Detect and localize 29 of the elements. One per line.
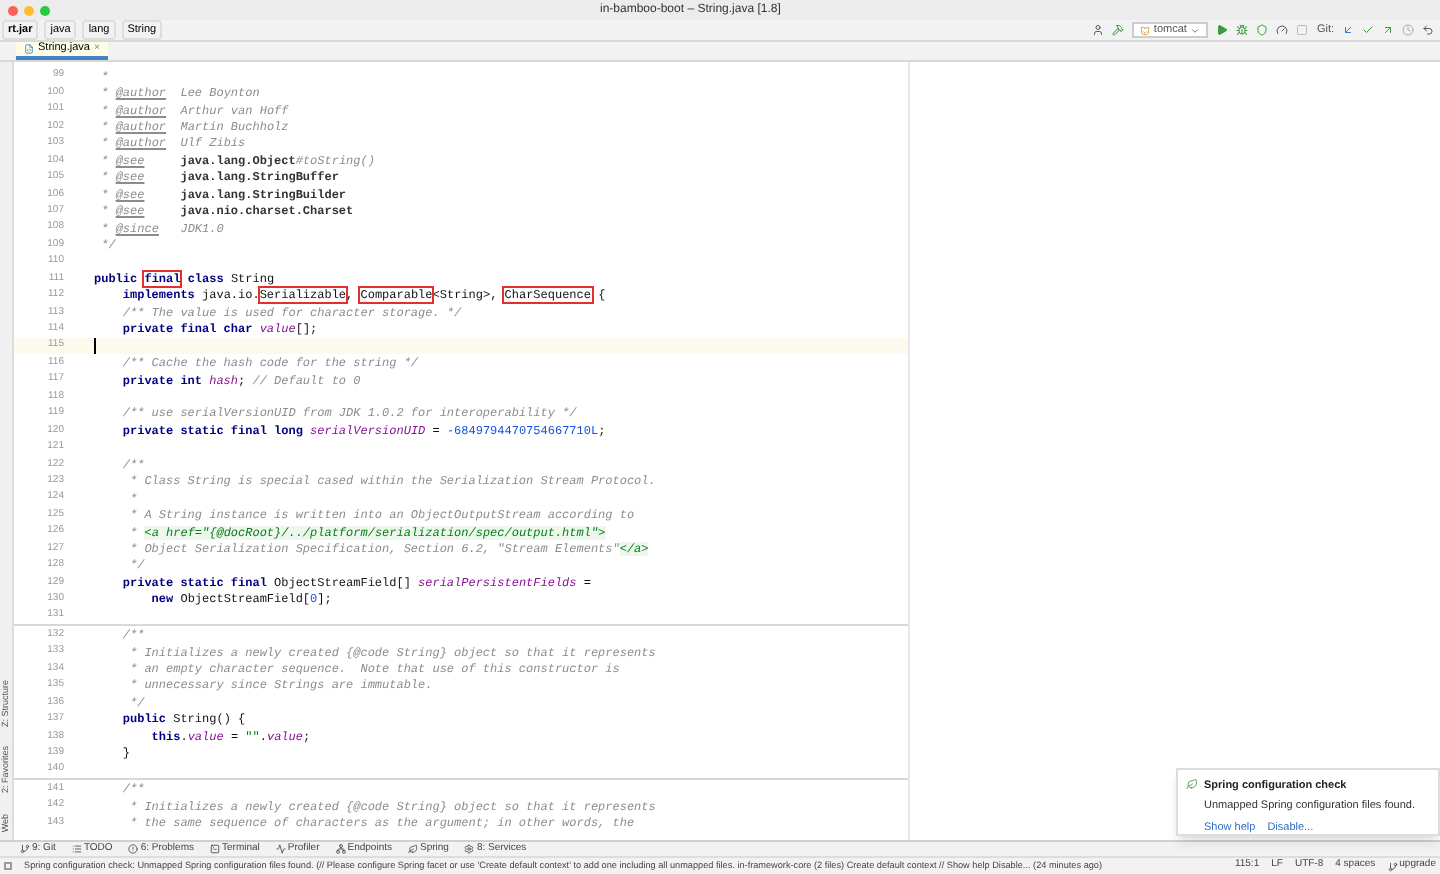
- tool-window-icon: [210, 844, 220, 854]
- hammer-icon[interactable]: [1111, 24, 1124, 36]
- bug-icon[interactable]: [1236, 24, 1249, 36]
- coverage-icon[interactable]: [1256, 24, 1269, 36]
- arrow-down-left-icon[interactable]: [1342, 24, 1354, 36]
- tool-window-icon: [71, 844, 82, 854]
- tool-window-icon: [408, 844, 418, 854]
- undo-icon[interactable]: [1422, 24, 1434, 36]
- clock-icon[interactable]: [1402, 24, 1414, 36]
- branch-icon: [1387, 861, 1398, 871]
- check-icon[interactable]: [1362, 24, 1374, 36]
- text-cursor: [94, 338, 96, 355]
- run-icon[interactable]: [1216, 24, 1229, 36]
- close-window-icon[interactable]: [8, 5, 18, 15]
- cat-icon: [1139, 25, 1150, 35]
- zoom-window-icon[interactable]: [40, 5, 50, 15]
- status-icon: [4, 862, 12, 870]
- tool-window-icon: [335, 844, 346, 854]
- stop-icon[interactable]: [1296, 24, 1309, 36]
- user-icon[interactable]: [1091, 24, 1104, 36]
- arrow-up-right-icon[interactable]: [1382, 24, 1394, 36]
- tool-window-icon: [464, 844, 475, 854]
- tool-window-icon: [128, 844, 139, 854]
- tool-window-icon: [275, 844, 286, 854]
- caret-icon: [1190, 25, 1201, 35]
- java-file-icon: [24, 44, 34, 54]
- gauge-icon[interactable]: [1276, 24, 1289, 36]
- leaf-icon: [1186, 778, 1198, 790]
- tool-window-icon: [20, 844, 30, 854]
